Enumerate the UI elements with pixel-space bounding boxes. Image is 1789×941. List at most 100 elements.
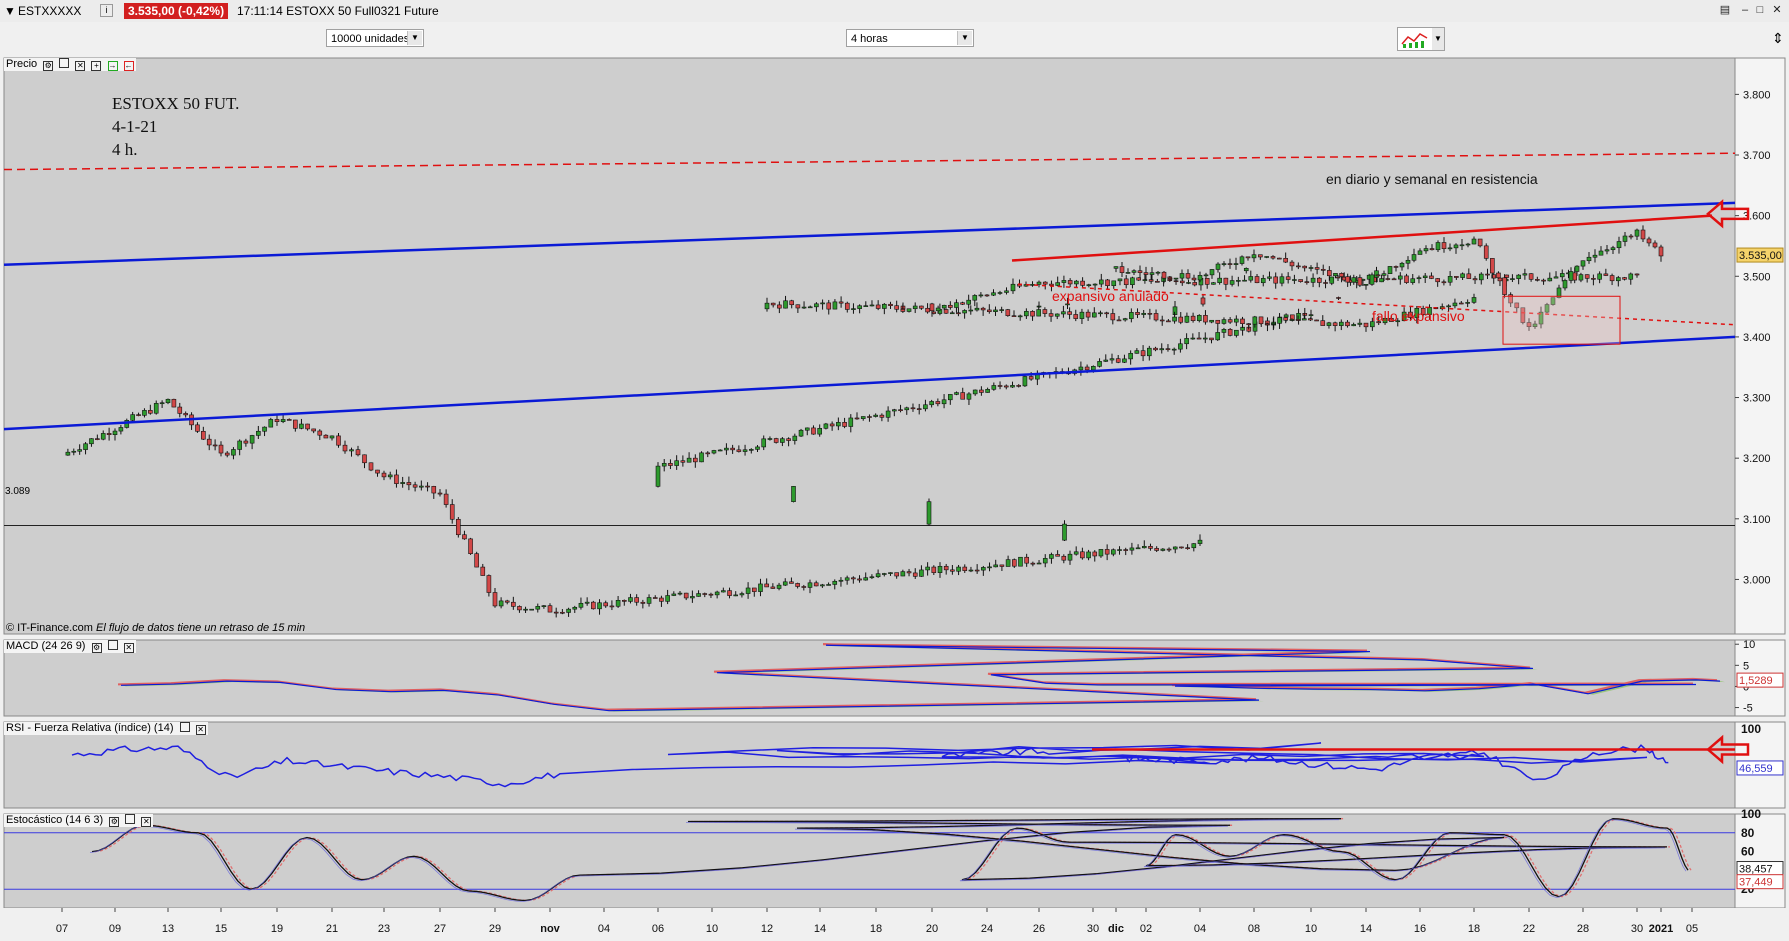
candle-body — [1036, 562, 1042, 565]
chevron-down-icon[interactable]: ▼ — [1432, 28, 1444, 50]
candle-body — [1111, 280, 1117, 286]
close-icon[interactable]: ✕ — [123, 643, 134, 653]
candle-body — [511, 601, 516, 607]
candle-body — [1215, 319, 1221, 324]
candle-body — [993, 564, 999, 568]
candle-body — [1122, 358, 1127, 363]
candle-body — [1136, 277, 1141, 281]
close-icon[interactable]: ✕ — [75, 61, 86, 71]
annotation-title: ESTOXX 50 FUT. 4-1-21 4 h. — [112, 92, 239, 161]
candle-body — [792, 435, 798, 441]
candle-body — [1283, 317, 1289, 321]
candle-body — [1196, 315, 1202, 321]
candle-body — [900, 308, 906, 312]
wrench-icon[interactable]: ⚙ — [109, 817, 120, 827]
candle-body — [1215, 263, 1221, 270]
candle-body — [1302, 313, 1308, 316]
candle-body — [1173, 277, 1179, 280]
candle-body — [984, 294, 990, 297]
candle-body — [999, 309, 1004, 311]
candle-body — [1172, 546, 1178, 550]
x-tick-label: 20 — [926, 923, 938, 935]
candle-body — [1217, 277, 1222, 283]
close-icon[interactable]: ✕ — [195, 725, 206, 735]
candle-body — [910, 407, 916, 410]
chevron-down-icon[interactable]: ▼ — [407, 31, 422, 45]
close-icon[interactable]: ✕ — [141, 817, 152, 827]
window-icon[interactable] — [59, 58, 70, 68]
candle-body — [980, 307, 986, 311]
candle-body — [1024, 311, 1029, 317]
chart-area[interactable]: 07 09 13 15 19 21 23 27 29 nov 04 06 10 12 14 18 20 24 26 3… — [0, 56, 1789, 941]
chart-type-icon — [1401, 33, 1428, 48]
remove-export-icon[interactable]: ← — [123, 61, 134, 71]
timeframe-select[interactable]: 4 horas ▼ — [846, 29, 974, 47]
candle-body — [1092, 283, 1098, 286]
delay-note: El flujo de datos tiene un retraso de 15… — [96, 622, 306, 634]
symbol-label[interactable]: ESTXXXXX — [18, 4, 81, 18]
candle-body — [798, 429, 804, 437]
candle-body — [1326, 322, 1332, 326]
candle-body — [892, 409, 897, 412]
candle-body — [898, 409, 903, 411]
candle-body — [1143, 272, 1149, 275]
x-tick-label: 22 — [1523, 923, 1535, 935]
candle-body — [1271, 323, 1276, 325]
info-icon[interactable]: i — [100, 4, 113, 17]
candle-body — [1223, 277, 1229, 285]
candle-body — [999, 564, 1005, 567]
close-icon[interactable]: ✕ — [1770, 4, 1784, 16]
candle-body — [1405, 259, 1411, 264]
candle-body — [1119, 266, 1125, 273]
maximize-icon[interactable]: □ — [1753, 4, 1767, 16]
candle-body — [1535, 279, 1540, 281]
candle-body — [1221, 329, 1227, 333]
candle-body — [1160, 548, 1166, 551]
candle-body — [1209, 319, 1214, 323]
candle-body — [1465, 243, 1471, 246]
candle-body — [1055, 554, 1060, 557]
chevron-down-icon[interactable]: ▼ — [957, 31, 972, 45]
window-icon[interactable] — [179, 722, 190, 732]
candle-body — [1130, 277, 1135, 285]
candle-body — [1165, 348, 1171, 350]
candle-body — [1283, 314, 1289, 318]
candle-body — [1042, 309, 1048, 314]
wrench-icon[interactable]: ⚙ — [91, 643, 102, 653]
candle-body — [1411, 254, 1417, 261]
candle-body — [985, 389, 990, 393]
candle-body — [1547, 277, 1553, 282]
x-tick-label: 28 — [1577, 923, 1589, 935]
candle-body — [1528, 273, 1534, 280]
candle-body — [1091, 312, 1097, 318]
candle-body — [733, 594, 739, 597]
units-select[interactable]: 10000 unidades ▼ — [326, 29, 424, 47]
chart-type-button[interactable]: ▼ — [1397, 27, 1445, 51]
candle-body — [668, 463, 673, 466]
menu-arrow-icon[interactable]: ▼ — [4, 4, 16, 18]
candle-body — [1559, 273, 1565, 278]
candle-body — [591, 601, 596, 610]
candle-body — [603, 602, 609, 607]
y-tick-label: 3.300 — [1743, 393, 1771, 405]
candle-body — [888, 303, 893, 306]
minimize-icon[interactable]: – — [1738, 4, 1752, 16]
add-icon[interactable]: + — [91, 61, 102, 71]
toolbar-icon[interactable]: ▤ — [1718, 4, 1732, 16]
candle-body — [844, 577, 850, 581]
candle-body — [1234, 329, 1239, 336]
candle-body — [1149, 272, 1155, 275]
toolbar: 10000 unidades ▼ 4 horas ▼ — [0, 22, 1789, 58]
candle-body — [1184, 315, 1190, 323]
x-tick-label: 26 — [1033, 923, 1045, 935]
stoch-title-label: Estocástico (14 6 3) — [6, 814, 104, 826]
candle-body — [1234, 318, 1239, 323]
candle-body — [1254, 276, 1260, 284]
scroll-arrow-icon[interactable]: ⇕ — [1772, 30, 1784, 47]
candle-body — [1204, 277, 1210, 285]
wrench-icon[interactable]: ⚙ — [43, 61, 54, 71]
export-icon[interactable]: → — [107, 61, 118, 71]
window-icon[interactable] — [107, 640, 118, 650]
window-icon[interactable] — [125, 814, 136, 824]
candle-body — [1379, 278, 1384, 283]
